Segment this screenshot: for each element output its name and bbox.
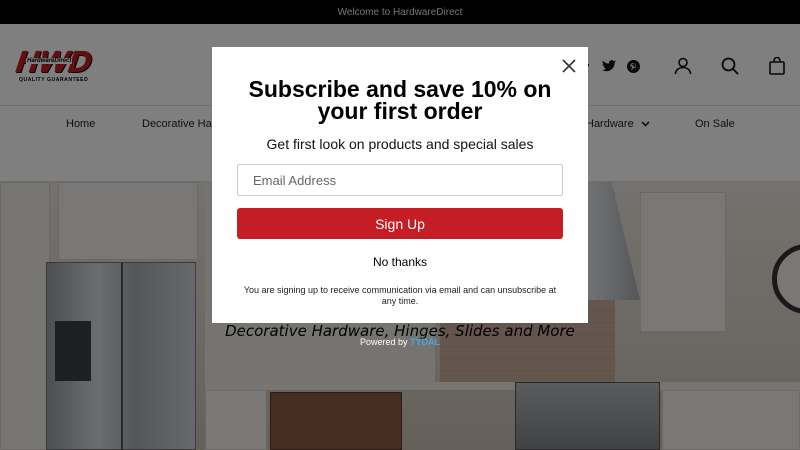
- email-input[interactable]: [237, 164, 563, 196]
- modal-subtitle: Get first look on products and special s…: [266, 136, 534, 152]
- disclaimer-text: You are signing up to receive communicat…: [243, 285, 557, 306]
- close-icon[interactable]: [560, 57, 578, 75]
- sign-up-button[interactable]: Sign Up: [237, 208, 563, 239]
- powered-by-prefix: Powered by: [359, 337, 408, 347]
- powered-by: Powered by TYDAL: [0, 337, 800, 347]
- tydal-link[interactable]: TYDAL: [410, 337, 440, 347]
- subscribe-modal: Subscribe and save 10% on your first ord…: [212, 47, 588, 323]
- no-thanks-link[interactable]: No thanks: [212, 255, 588, 269]
- modal-title: Subscribe and save 10% on your first ord…: [248, 76, 552, 124]
